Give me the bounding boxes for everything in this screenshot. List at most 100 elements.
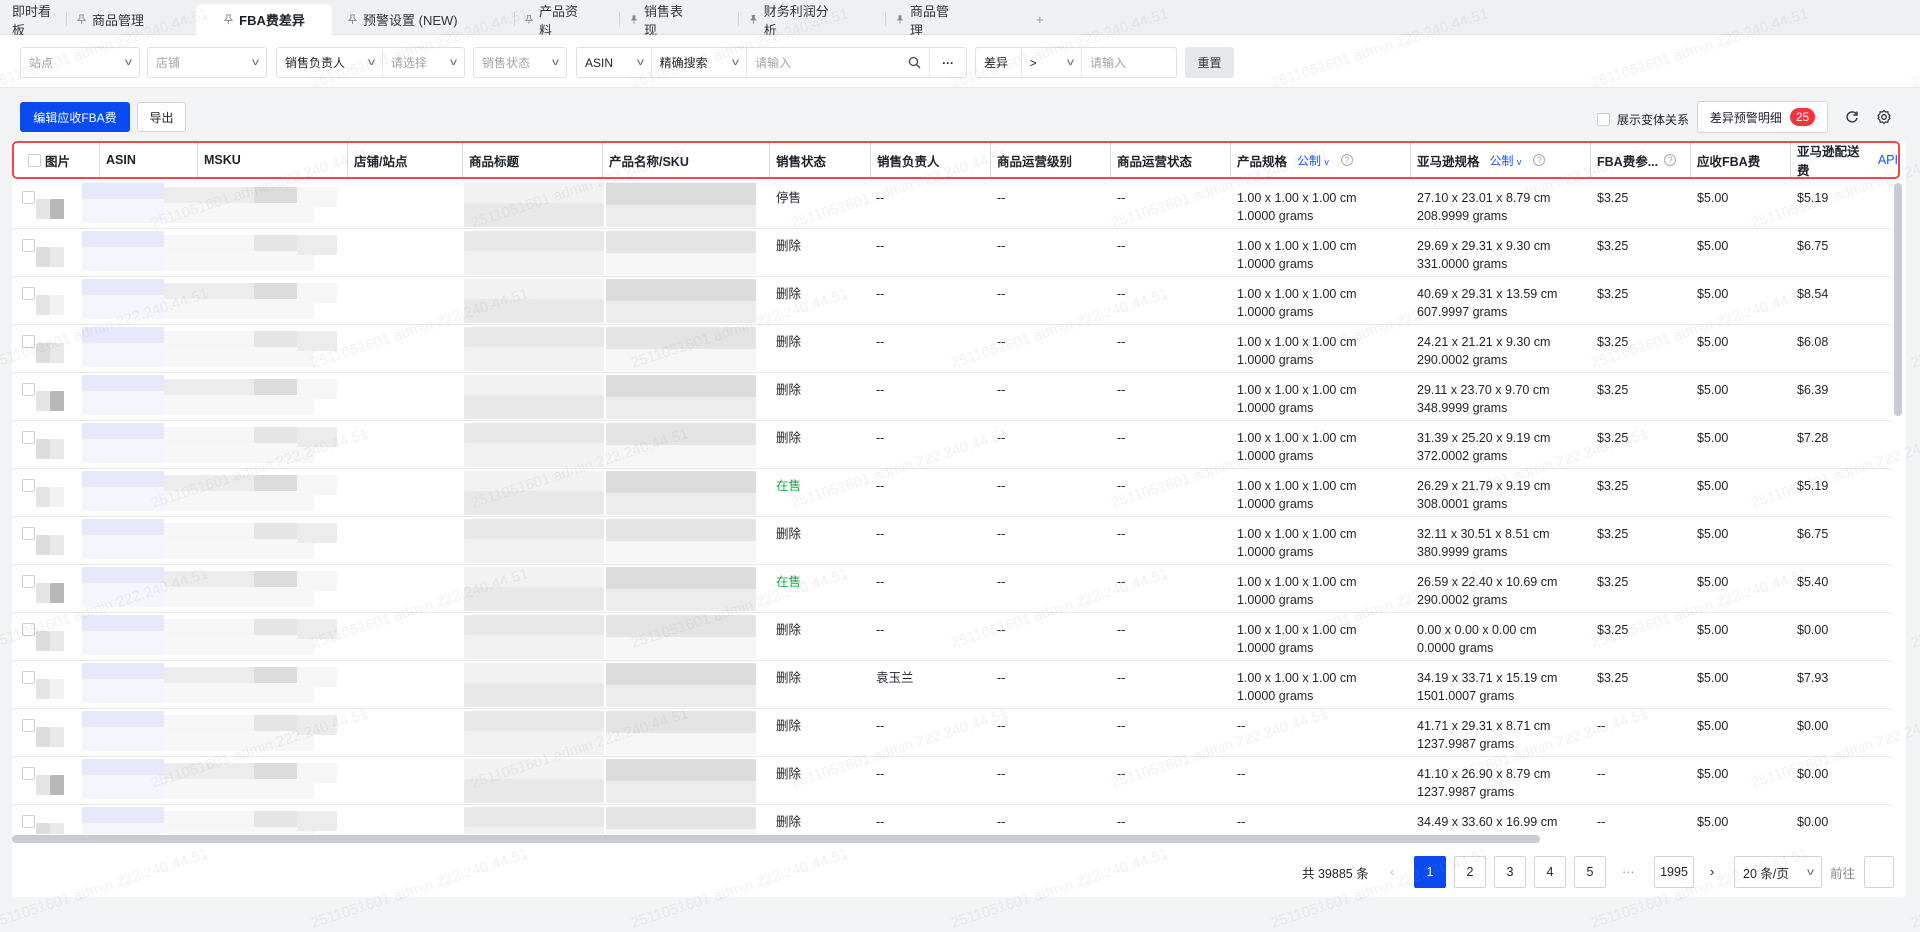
table-row[interactable]: 删除 -- -- -- 1.00 x 1.00 x 1.00 cm 1.0000 gram…: [12, 229, 1892, 277]
tab-6[interactable]: 财务利润分析: [744, 4, 844, 38]
more-button[interactable]: ···: [930, 48, 966, 77]
pin-filled-icon[interactable]: [895, 14, 905, 25]
page-3-button[interactable]: 3: [1494, 856, 1526, 888]
pin-outline-icon[interactable]: [347, 14, 358, 25]
tab-1[interactable]: 商品管理: [72, 4, 148, 35]
row-checkbox[interactable]: [22, 335, 35, 348]
row-checkbox[interactable]: [22, 671, 35, 684]
col-op-level[interactable]: 商品运营级别: [990, 143, 1072, 177]
row-checkbox[interactable]: [22, 815, 35, 828]
add-tab-button[interactable]: +: [1032, 4, 1048, 35]
row-checkbox[interactable]: [22, 431, 35, 444]
owner-select[interactable]: 请选择 v: [383, 48, 464, 77]
row-checkbox[interactable]: [22, 239, 35, 252]
search-mode-select[interactable]: 精确搜索 v: [652, 48, 748, 77]
table-row[interactable]: 删除 -- -- -- 1.00 x 1.00 x 1.00 cm 1.0000 gram…: [12, 325, 1892, 373]
col-op-status[interactable]: 商品运营状态: [1110, 143, 1192, 177]
diff-detail-button[interactable]: 差异预警明细 25: [1697, 101, 1828, 133]
horizontal-scrollbar[interactable]: [12, 835, 1540, 843]
redacted-block: [606, 445, 756, 467]
pin-outline-icon[interactable]: [76, 14, 87, 25]
pin-outline-icon[interactable]: [223, 14, 234, 25]
tab-2[interactable]: FBA费差异: [196, 4, 332, 35]
edit-fba-button[interactable]: 编辑应收FBA费: [20, 102, 130, 132]
table-row[interactable]: 在售 -- -- -- 1.00 x 1.00 x 1.00 cm 1.0000 gram…: [12, 565, 1892, 613]
product-spec-unit-select[interactable]: 公制 v: [1297, 152, 1329, 169]
page-5-button[interactable]: 5: [1574, 856, 1606, 888]
table-row[interactable]: 删除 袁玉兰 -- -- 1.00 x 1.00 x 1.00 cm 1.0000 gra…: [12, 661, 1892, 709]
redacted-block: [164, 299, 314, 319]
row-checkbox[interactable]: [22, 383, 35, 396]
pin-outline-icon[interactable]: [524, 14, 534, 25]
amazon-spec-unit-select[interactable]: 公制 v: [1490, 152, 1522, 169]
col-asin[interactable]: ASIN: [99, 143, 136, 177]
col-shop[interactable]: 店铺/站点: [347, 143, 407, 177]
search-icon[interactable]: [908, 56, 921, 69]
table-row[interactable]: 删除 -- -- -- 1.00 x 1.00 x 1.00 cm 1.0000 gram…: [12, 517, 1892, 565]
last-page-button[interactable]: 1995: [1654, 856, 1694, 888]
goto-page-input[interactable]: [1864, 856, 1894, 888]
col-receivable-fba[interactable]: 应收FBA费: [1690, 143, 1760, 177]
amazon-spec: 34.19 x 33.71 x 15.19 cm 1501.0007 grams: [1417, 669, 1557, 705]
table-row[interactable]: 删除 -- -- -- 1.00 x 1.00 x 1.00 cm 1.0000 gram…: [12, 373, 1892, 421]
reset-button[interactable]: 重置: [1185, 47, 1234, 78]
table-row[interactable]: 删除 -- -- -- -- 41.10 x 26.90 x 8.79 cm 1237.99…: [12, 757, 1892, 805]
search-input[interactable]: 请输入: [747, 48, 931, 77]
show-variants-checkbox[interactable]: [1597, 113, 1610, 126]
row-checkbox[interactable]: [22, 479, 35, 492]
diff-value-input[interactable]: 请输入: [1082, 48, 1176, 77]
sale-status-select[interactable]: 销售状态 v: [473, 47, 567, 78]
page-4-button[interactable]: 4: [1534, 856, 1566, 888]
page-size-select[interactable]: 20 条/页 v: [1734, 856, 1822, 888]
col-owner[interactable]: 销售负责人: [870, 143, 940, 177]
row-checkbox[interactable]: [22, 767, 35, 780]
tab-0[interactable]: 即时看板: [8, 4, 56, 38]
pin-filled-icon[interactable]: [748, 14, 759, 25]
col-msku[interactable]: MSKU: [197, 143, 241, 177]
page-1-button[interactable]: 1: [1414, 856, 1446, 888]
show-variants-toggle[interactable]: 展示变体关系: [1597, 111, 1689, 128]
tab-3[interactable]: 预警设置 (NEW): [343, 4, 465, 35]
table-row[interactable]: 删除 -- -- -- 1.00 x 1.00 x 1.00 cm 1.0000 gram…: [12, 421, 1892, 469]
redacted-block: [164, 715, 254, 731]
next-page-button[interactable]: ›: [1710, 856, 1714, 888]
table-row[interactable]: 删除 -- -- -- -- 34.49 x 33.60 x 16.99 cm -- $5.0…: [12, 805, 1892, 834]
row-checkbox[interactable]: [22, 623, 35, 636]
table-row[interactable]: 在售 -- -- -- 1.00 x 1.00 x 1.00 cm 1.0000 gram…: [12, 469, 1892, 517]
help-icon[interactable]: ?: [1533, 154, 1546, 166]
row-checkbox[interactable]: [22, 527, 35, 540]
col-product-name[interactable]: 产品名称/SKU: [602, 143, 689, 177]
search-field-select[interactable]: ASIN v: [577, 48, 652, 77]
col-title[interactable]: 商品标题: [462, 143, 519, 177]
table-row[interactable]: 删除 -- -- -- 1.00 x 1.00 x 1.00 cm 1.0000 gram…: [12, 613, 1892, 661]
pin-filled-icon[interactable]: [629, 14, 639, 25]
table-row[interactable]: 删除 -- -- -- 1.00 x 1.00 x 1.00 cm 1.0000 gram…: [12, 277, 1892, 325]
refresh-icon[interactable]: [1845, 110, 1859, 124]
page-2-button[interactable]: 2: [1454, 856, 1486, 888]
col-sale-status[interactable]: 销售状态: [769, 143, 826, 177]
row-checkbox[interactable]: [22, 575, 35, 588]
site-select[interactable]: 站点 v: [20, 47, 140, 78]
owner-type-select[interactable]: 销售负责人 v: [277, 48, 383, 77]
help-icon[interactable]: ?: [1340, 154, 1353, 166]
settings-gear-icon[interactable]: [1876, 109, 1892, 125]
table-row[interactable]: 停售 -- -- -- 1.00 x 1.00 x 1.00 cm 1.0000 gram…: [12, 181, 1892, 229]
shop-select[interactable]: 店铺 v: [147, 47, 267, 78]
diff-placeholder: 请输入: [1090, 56, 1127, 70]
tab-5[interactable]: 销售表现: [625, 4, 695, 38]
sale-status: 在售: [776, 575, 802, 589]
table-row[interactable]: 删除 -- -- -- -- 41.71 x 29.31 x 8.71 cm 1237.99…: [12, 709, 1892, 757]
diff-operator-select[interactable]: > v: [1022, 48, 1083, 77]
prev-page-button[interactable]: ‹: [1390, 856, 1394, 888]
row-checkbox[interactable]: [22, 191, 35, 204]
tab-7[interactable]: 商品管理: [891, 4, 961, 38]
amazon-spec: 29.69 x 29.31 x 9.30 cm 331.0000 grams: [1417, 237, 1550, 273]
row-checkbox[interactable]: [22, 719, 35, 732]
fba-ref-fee: $3.25: [1597, 335, 1629, 349]
vertical-scrollbar[interactable]: [1894, 183, 1902, 416]
export-button[interactable]: 导出: [137, 102, 186, 132]
row-checkbox[interactable]: [22, 287, 35, 300]
pagination-ellipsis[interactable]: ···: [1622, 856, 1635, 888]
tab-4[interactable]: 产品资料: [520, 4, 590, 38]
help-icon[interactable]: ?: [1664, 154, 1677, 166]
